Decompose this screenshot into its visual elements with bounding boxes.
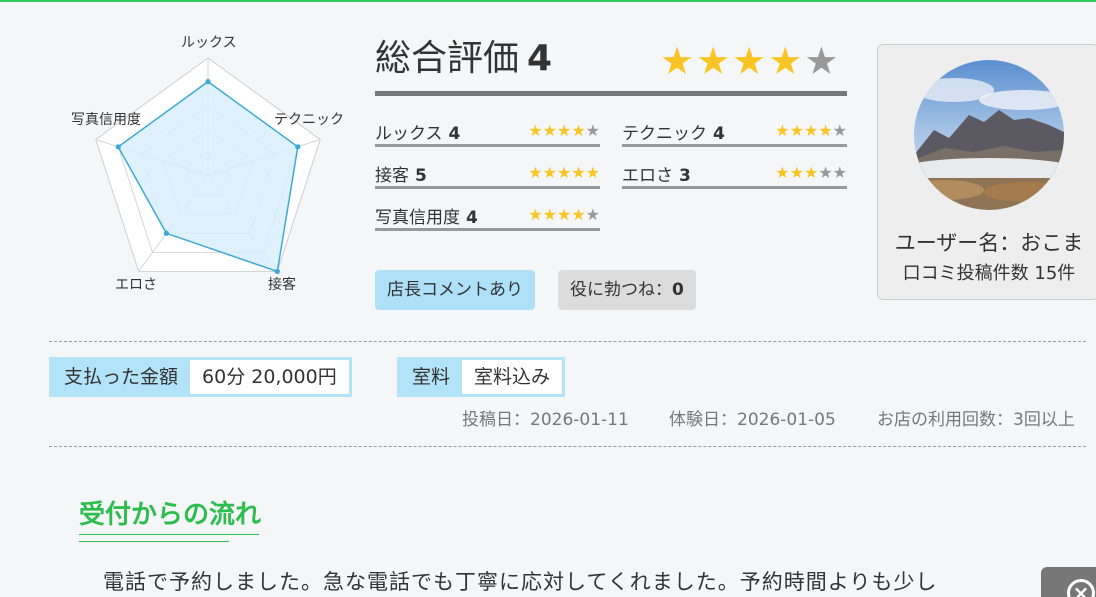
close-button[interactable]: × xyxy=(1041,567,1096,597)
subrating-stars: ★★★★★ xyxy=(775,163,847,182)
radar-chart-svg xyxy=(95,57,321,275)
star-icon: ★ xyxy=(775,163,790,182)
radar-value-point xyxy=(163,230,169,236)
overall-title-text: 総合評価 xyxy=(375,38,520,79)
subrating-erotic: エロさ 3 ★★★★★ xyxy=(622,159,847,189)
subrating-label: テクニック 4 xyxy=(622,124,725,144)
reviewer-post-count: 口コミ投稿件数 15件 xyxy=(902,263,1076,284)
subrating-label: ルックス 4 xyxy=(375,124,461,144)
overall-stars: ★★★★★ xyxy=(660,40,840,82)
star-icon: ★ xyxy=(571,205,586,224)
subrating-stars: ★★★★★ xyxy=(528,121,600,140)
star-icon: ★ xyxy=(660,39,697,83)
star-icon: ★ xyxy=(696,39,733,83)
avatar[interactable] xyxy=(914,60,1064,210)
radar-label-technique: テクニック xyxy=(274,112,344,128)
subrating-looks: ルックス 4 ★★★★★ xyxy=(375,117,600,147)
star-icon: ★ xyxy=(556,163,572,182)
star-icon: ★ xyxy=(832,121,847,140)
subrating-technique: テクニック 4 ★★★★★ xyxy=(622,117,847,147)
subrating-label: 写真信用度 4 xyxy=(375,208,478,228)
radar-chart: ルックス テクニック 接客 エロさ 写真信用度 xyxy=(60,28,360,298)
star-icon: ★ xyxy=(732,39,769,83)
visit-count: お店の利用回数：3回以上 xyxy=(877,410,1075,430)
star-icon: ★ xyxy=(768,39,805,83)
radar-value-point xyxy=(115,144,121,150)
subrating-stars: ★★★★★ xyxy=(528,205,600,224)
radar-label-looks: ルックス xyxy=(181,35,237,51)
star-icon: ★ xyxy=(556,205,572,224)
close-circle-icon: × xyxy=(1067,579,1095,597)
radar-label-service: 接客 xyxy=(268,277,296,293)
star-icon: ★ xyxy=(528,205,543,224)
star-icon: ★ xyxy=(585,163,600,182)
star-icon: ★ xyxy=(585,205,600,224)
room-label: 室料 xyxy=(400,360,463,394)
subrating-photo-trust: 写真信用度 4 ★★★★★ xyxy=(375,201,600,231)
experienced-date: 体験日：2026-01-05 xyxy=(669,410,836,430)
payment-info: 支払った金額 60分 20,000円 xyxy=(49,357,352,397)
star-icon: ★ xyxy=(818,121,833,140)
subrating-label: 接客 5 xyxy=(375,166,427,186)
star-icon: ★ xyxy=(775,121,790,140)
reviewer-card[interactable]: ユーザー名：おこま 口コミ投稿件数 15件 xyxy=(877,44,1096,300)
posted-date: 投稿日：2026-01-11 xyxy=(462,410,629,430)
star-icon: ★ xyxy=(542,163,557,182)
room-info: 室料 室料込み xyxy=(397,357,566,397)
star-icon: ★ xyxy=(832,163,847,182)
star-icon: ★ xyxy=(803,121,819,140)
subrating-label: エロさ 3 xyxy=(622,166,691,186)
radar-label-erotic: エロさ xyxy=(115,277,157,293)
star-icon: ★ xyxy=(571,121,586,140)
overall-rating-title: 総合評価 4 xyxy=(375,37,552,81)
star-icon: ★ xyxy=(585,121,600,140)
star-icon: ★ xyxy=(556,121,572,140)
divider-bottom xyxy=(49,446,1086,447)
top-accent-line xyxy=(0,0,1096,2)
avatar-mountain-image xyxy=(914,60,1064,210)
helpful-label: 役に勃つね： xyxy=(570,280,672,300)
radar-value-point xyxy=(295,144,301,150)
star-icon: ★ xyxy=(818,163,833,182)
overall-score: 4 xyxy=(527,38,553,79)
star-icon: ★ xyxy=(542,121,557,140)
star-icon: ★ xyxy=(789,121,804,140)
radar-value-point xyxy=(205,79,211,85)
star-icon: ★ xyxy=(528,121,543,140)
star-icon: ★ xyxy=(571,163,586,182)
section-underline xyxy=(79,534,259,535)
payment-value: 60分 20,000円 xyxy=(202,366,337,388)
star-icon: ★ xyxy=(789,163,804,182)
section-title: 受付からの流れ xyxy=(79,500,262,530)
reviewer-name[interactable]: ユーザー名：おこま xyxy=(878,227,1096,257)
overall-rule xyxy=(375,91,847,96)
subrating-stars: ★★★★★ xyxy=(528,163,600,182)
subrating-service: 接客 5 ★★★★★ xyxy=(375,159,600,189)
section-underline-short xyxy=(79,541,229,542)
manager-comment-badge[interactable]: 店長コメントあり xyxy=(375,270,535,310)
review-body-text: 電話で予約しました。急な電話でも丁寧に応対してくれました。予約時間よりも少し xyxy=(103,570,938,594)
star-icon: ★ xyxy=(542,205,557,224)
star-icon: ★ xyxy=(804,39,841,83)
subrating-stars: ★★★★★ xyxy=(775,121,847,140)
star-icon: ★ xyxy=(803,163,819,182)
radar-label-photo-trust: 写真信用度 xyxy=(71,112,141,128)
helpful-button[interactable]: 役に勃つね：0 xyxy=(558,270,696,310)
divider-top xyxy=(49,341,1086,342)
payment-label: 支払った金額 xyxy=(52,360,191,394)
star-icon: ★ xyxy=(528,163,543,182)
helpful-count: 0 xyxy=(672,280,684,300)
room-value: 室料込み xyxy=(474,366,551,388)
